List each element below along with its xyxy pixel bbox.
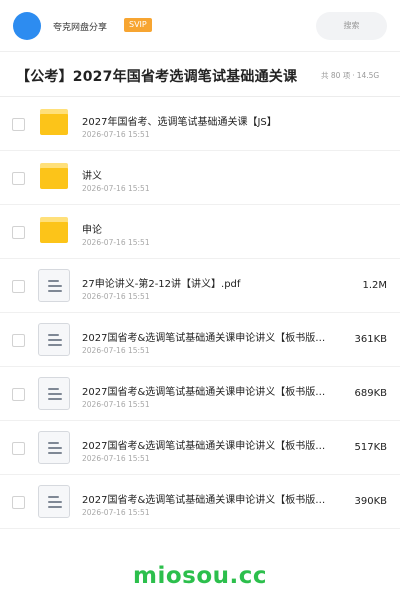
folder-icon (40, 109, 68, 135)
top-bar: 夸克网盘分享 SVIP 搜索 (0, 0, 400, 52)
document-icon (38, 269, 70, 302)
file-date: 2026-07-16 15:51 (82, 508, 150, 517)
row-checkbox[interactable] (12, 388, 25, 401)
file-date: 2026-07-16 15:51 (82, 238, 150, 247)
folder-icon (40, 217, 68, 243)
file-size: 361KB (354, 334, 387, 345)
file-row[interactable]: 2027年国省考、选调笔试基础通关课【JS】 2026-07-16 15:51 (0, 97, 400, 151)
document-icon (38, 377, 70, 410)
document-icon (38, 323, 70, 356)
file-row[interactable]: 27申论讲义-第2-12讲【讲义】.pdf 2026-07-16 15:51 1… (0, 259, 400, 313)
total-size: 14.5G (356, 71, 380, 80)
share-title-row: 【公考】2027年国省考选调笔试基础通关课 共 80 项 · 14.5G (0, 52, 400, 97)
file-list: 2027年国省考、选调笔试基础通关课【JS】 2026-07-16 15:51 … (0, 97, 400, 529)
row-checkbox[interactable] (12, 496, 25, 509)
file-row[interactable]: 2027国省考&选调笔试基础通关课申论讲义【板书版… 2026-07-16 15… (0, 475, 400, 529)
file-size: 390KB (354, 496, 387, 507)
svip-badge: SVIP (124, 18, 152, 32)
file-date: 2026-07-16 15:51 (82, 292, 150, 301)
file-row[interactable]: 申论 2026-07-16 15:51 (0, 205, 400, 259)
file-row[interactable]: 2027国省考&选调笔试基础通关课申论讲义【板书版… 2026-07-16 15… (0, 313, 400, 367)
item-count: 共 80 项 (321, 71, 351, 80)
row-checkbox[interactable] (12, 172, 25, 185)
file-date: 2026-07-16 15:51 (82, 184, 150, 193)
file-name[interactable]: 申论 (82, 221, 347, 236)
search-placeholder: 搜索 (343, 21, 360, 30)
row-checkbox[interactable] (12, 118, 25, 131)
share-summary: 共 80 项 · 14.5G (321, 70, 379, 81)
file-name[interactable]: 2027国省考&选调笔试基础通关课申论讲义【板书版… (82, 437, 347, 452)
file-row[interactable]: 2027国省考&选调笔试基础通关课申论讲义【板书版… 2026-07-16 15… (0, 367, 400, 421)
file-name[interactable]: 讲义 (82, 167, 347, 182)
document-icon (38, 485, 70, 518)
folder-icon (40, 163, 68, 189)
file-size: 689KB (354, 388, 387, 399)
watermark-text: miosou.cc (132, 563, 268, 589)
file-name[interactable]: 27申论讲义-第2-12讲【讲义】.pdf (82, 275, 347, 290)
search-input[interactable]: 搜索 (316, 12, 387, 40)
file-name[interactable]: 2027国省考&选调笔试基础通关课申论讲义【板书版… (82, 329, 347, 344)
row-checkbox[interactable] (12, 334, 25, 347)
file-date: 2026-07-16 15:51 (82, 454, 150, 463)
file-row[interactable]: 讲义 2026-07-16 15:51 (0, 151, 400, 205)
file-size: 517KB (354, 442, 387, 453)
document-icon (38, 431, 70, 464)
avatar[interactable] (13, 12, 41, 40)
page-title: 【公考】2027年国省考选调笔试基础通关课 (16, 69, 298, 85)
row-checkbox[interactable] (12, 226, 25, 239)
file-date: 2026-07-16 15:51 (82, 400, 150, 409)
share-owner-name: 夸克网盘分享 (53, 23, 108, 33)
file-row[interactable]: 2027国省考&选调笔试基础通关课申论讲义【板书版… 2026-07-16 15… (0, 421, 400, 475)
file-date: 2026-07-16 15:51 (82, 346, 150, 355)
file-name[interactable]: 2027年国省考、选调笔试基础通关课【JS】 (82, 113, 347, 128)
file-name[interactable]: 2027国省考&选调笔试基础通关课申论讲义【板书版… (82, 383, 347, 398)
summary-separator: · (352, 71, 355, 80)
file-date: 2026-07-16 15:51 (82, 130, 150, 139)
file-size: 1.2M (362, 280, 387, 291)
row-checkbox[interactable] (12, 280, 25, 293)
row-checkbox[interactable] (12, 442, 25, 455)
file-name[interactable]: 2027国省考&选调笔试基础通关课申论讲义【板书版… (82, 491, 347, 506)
